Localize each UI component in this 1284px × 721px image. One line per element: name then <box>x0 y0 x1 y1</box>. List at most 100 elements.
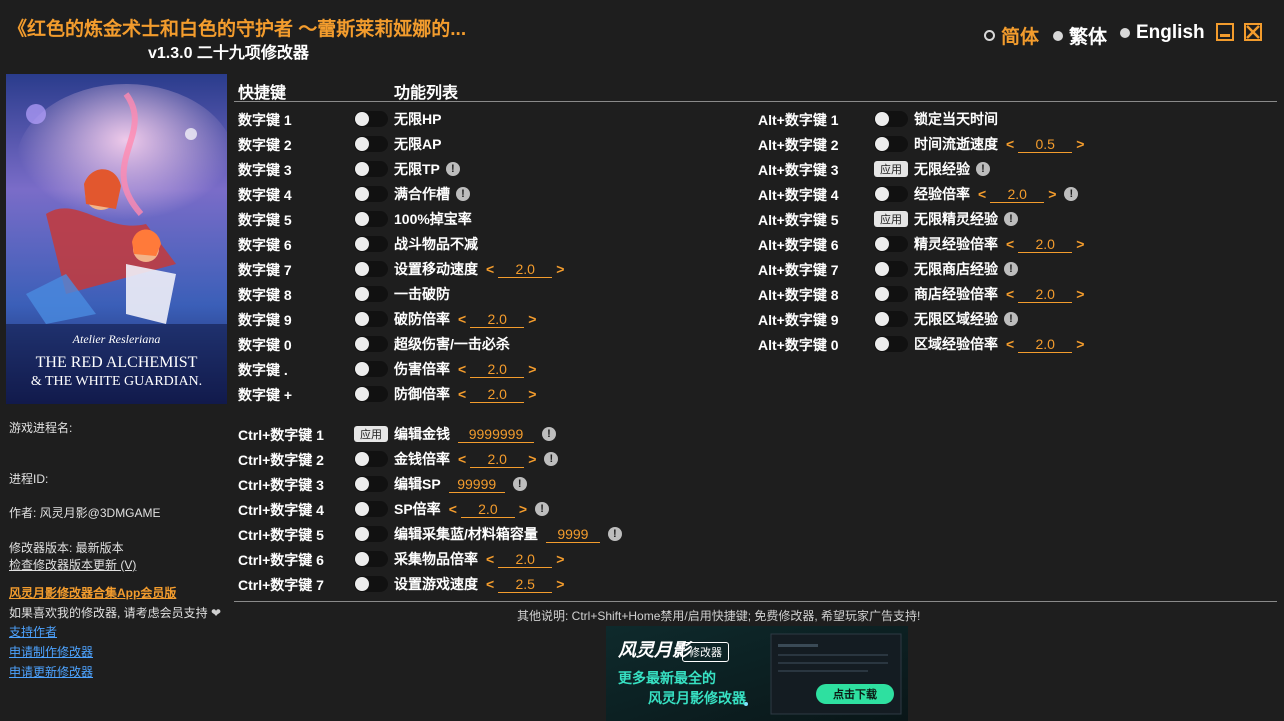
toggle-switch[interactable] <box>354 361 388 377</box>
apply-button[interactable]: 应用 <box>874 161 908 177</box>
toggle-switch[interactable] <box>354 161 388 177</box>
cheat-row: 应用 无限经验! <box>874 159 990 179</box>
value-input[interactable]: 2.5 <box>498 576 553 593</box>
warning-info-icon[interactable]: ! <box>607 527 622 541</box>
increase-arrow-icon[interactable]: > <box>1074 236 1086 252</box>
decrease-arrow-icon[interactable]: < <box>976 186 988 202</box>
toggle-switch[interactable] <box>354 386 388 402</box>
toggle-switch[interactable] <box>874 111 908 127</box>
warning-info-icon[interactable]: ! <box>1004 262 1018 276</box>
decrease-arrow-icon[interactable]: < <box>1004 136 1016 152</box>
toggle-switch[interactable] <box>354 111 388 127</box>
toggle-switch[interactable] <box>354 476 388 492</box>
hotkey-label: 数字键 3 <box>238 162 292 178</box>
value-input[interactable]: 2.0 <box>1018 286 1073 303</box>
toggle-switch[interactable] <box>354 551 388 567</box>
toggle-switch[interactable] <box>874 286 908 302</box>
toggle-switch[interactable] <box>874 261 908 277</box>
toggle-switch[interactable] <box>354 576 388 592</box>
increase-arrow-icon[interactable]: > <box>526 361 538 377</box>
toggle-switch[interactable] <box>354 211 388 227</box>
decrease-arrow-icon[interactable]: < <box>484 576 496 592</box>
decrease-arrow-icon[interactable]: < <box>1004 336 1016 352</box>
value-input[interactable]: 2.0 <box>470 361 525 378</box>
value-input[interactable]: 2.0 <box>460 501 515 518</box>
increase-arrow-icon[interactable]: > <box>526 311 538 327</box>
increase-arrow-icon[interactable]: > <box>1074 136 1086 152</box>
decrease-arrow-icon[interactable]: < <box>456 361 468 377</box>
decrease-arrow-icon[interactable]: < <box>484 551 496 567</box>
toggle-switch[interactable] <box>354 336 388 352</box>
value-input[interactable]: 2.0 <box>470 386 525 403</box>
increase-arrow-icon[interactable]: > <box>1074 286 1086 302</box>
lang-option-simplified[interactable]: 简体 <box>984 22 1039 49</box>
toggle-switch[interactable] <box>354 261 388 277</box>
value-input[interactable]: 2.0 <box>1018 336 1073 353</box>
value-input[interactable]: 9999 <box>545 526 600 543</box>
decrease-arrow-icon[interactable]: < <box>1004 286 1016 302</box>
toggle-switch[interactable] <box>874 136 908 152</box>
value-input[interactable]: 2.0 <box>470 311 525 328</box>
value-input[interactable]: 0.5 <box>1018 136 1073 153</box>
ad-banner[interactable]: 风灵月影 修改器 更多最新最全的 风灵月影修改器 点击下载 <box>606 626 908 721</box>
increase-arrow-icon[interactable]: > <box>526 386 538 402</box>
toggle-switch[interactable] <box>874 311 908 327</box>
decrease-arrow-icon[interactable]: < <box>1004 236 1016 252</box>
toggle-switch[interactable] <box>354 136 388 152</box>
toggle-switch[interactable] <box>354 501 388 517</box>
lang-option-english[interactable]: English <box>1120 22 1205 44</box>
toggle-switch[interactable] <box>354 186 388 202</box>
support-text: 如果喜欢我的修改器, 请考虑会员支持 ❤ <box>9 604 221 621</box>
value-input[interactable]: 2.0 <box>990 186 1045 203</box>
value-input[interactable]: 2.0 <box>1018 236 1073 253</box>
close-button[interactable] <box>1244 23 1262 41</box>
warning-info-icon[interactable]: ! <box>544 452 559 466</box>
value-input[interactable]: 2.0 <box>498 261 553 278</box>
lang-option-traditional[interactable]: 繁体 <box>1053 22 1107 49</box>
warning-info-icon[interactable]: ! <box>535 502 550 516</box>
increase-arrow-icon[interactable]: > <box>1046 186 1058 202</box>
toggle-switch[interactable] <box>874 236 908 252</box>
toggle-switch[interactable] <box>874 336 908 352</box>
increase-arrow-icon[interactable]: > <box>517 501 529 517</box>
apply-button[interactable]: 应用 <box>354 426 388 442</box>
decrease-arrow-icon[interactable]: < <box>484 261 496 277</box>
apply-button[interactable]: 应用 <box>874 211 908 227</box>
toggle-switch[interactable] <box>354 236 388 252</box>
warning-info-icon[interactable]: ! <box>1004 212 1018 226</box>
toggle-switch[interactable] <box>874 186 908 202</box>
increase-arrow-icon[interactable]: > <box>554 576 566 592</box>
support-author-link[interactable]: 支持作者 <box>9 623 57 640</box>
warning-info-icon[interactable]: ! <box>1064 187 1079 201</box>
warning-info-icon[interactable]: ! <box>1004 312 1018 326</box>
increase-arrow-icon[interactable]: > <box>554 551 566 567</box>
ad-download-button[interactable]: 点击下载 <box>816 684 894 704</box>
decrease-arrow-icon[interactable]: < <box>447 501 459 517</box>
request-update-link[interactable]: 申请更新修改器 <box>9 663 93 680</box>
toggle-switch[interactable] <box>354 311 388 327</box>
app-promo-link[interactable]: 风灵月影修改器合集App会员版 <box>9 584 176 601</box>
value-input[interactable]: 2.0 <box>498 551 553 568</box>
warning-info-icon[interactable]: ! <box>976 162 990 176</box>
decrease-arrow-icon[interactable]: < <box>456 311 468 327</box>
check-update-link[interactable]: 检查修改器版本更新 (V) <box>9 556 136 573</box>
warning-info-icon[interactable]: ! <box>456 187 470 201</box>
minimize-button[interactable] <box>1216 23 1234 41</box>
value-input[interactable]: 9999999 <box>458 426 534 443</box>
warning-info-icon[interactable]: ! <box>445 162 460 176</box>
warning-info-icon[interactable]: ! <box>542 427 556 441</box>
increase-arrow-icon[interactable]: > <box>1074 336 1086 352</box>
game-cover-image: Atelier Resleriana THE RED ALCHEMIST & T… <box>6 74 227 404</box>
increase-arrow-icon[interactable]: > <box>554 261 566 277</box>
toggle-switch[interactable] <box>354 451 388 467</box>
increase-arrow-icon[interactable]: > <box>526 451 538 467</box>
warning-info-icon[interactable]: ! <box>512 477 527 491</box>
decrease-arrow-icon[interactable]: < <box>456 451 468 467</box>
value-input[interactable]: 2.0 <box>470 451 525 468</box>
decrease-arrow-icon[interactable]: < <box>456 386 468 402</box>
toggle-switch[interactable] <box>354 526 388 542</box>
toggle-switch[interactable] <box>354 286 388 302</box>
value-input[interactable]: 99999 <box>448 476 505 493</box>
request-trainer-link[interactable]: 申请制作修改器 <box>9 643 93 660</box>
cheat-row: 无限TP! <box>354 159 460 179</box>
